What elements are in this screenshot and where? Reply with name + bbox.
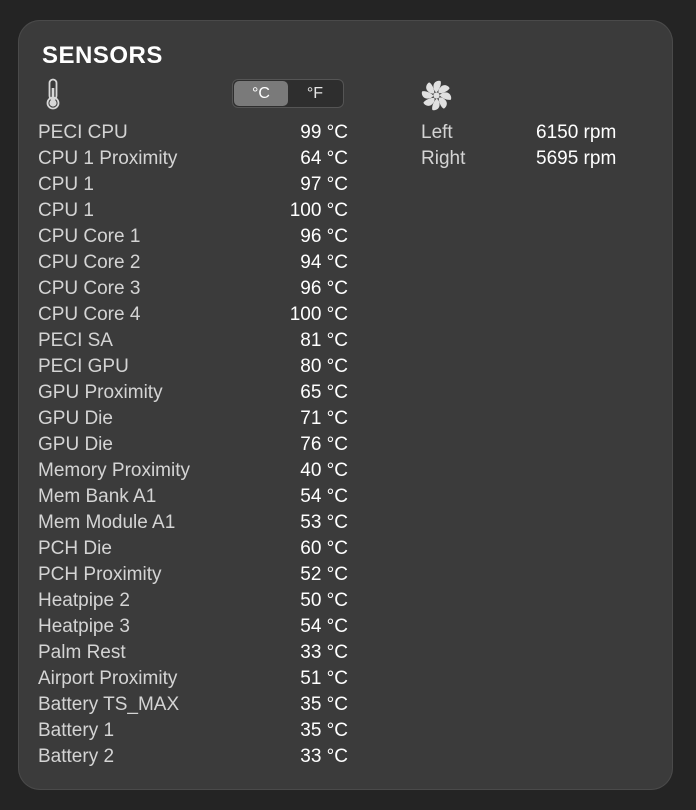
sensor-row: Mem Bank A1 54 °C	[38, 484, 348, 510]
sensor-row: Battery 1 35 °C	[38, 718, 348, 744]
sensor-row: Heatpipe 3 54 °C	[38, 614, 348, 640]
sensor-value: 71 °C	[300, 408, 348, 429]
sensor-name: PECI GPU	[38, 356, 129, 377]
sensor-value: 51 °C	[300, 668, 348, 689]
celsius-button[interactable]: °C	[234, 81, 288, 106]
sensor-value: 97 °C	[300, 174, 348, 195]
fan-speed: 5695 rpm	[536, 148, 617, 169]
sensor-value: 54 °C	[300, 486, 348, 507]
sensor-row: Mem Module A1 53 °C	[38, 510, 348, 536]
sensor-name: Battery 2	[38, 746, 115, 767]
sensor-name: Mem Module A1	[38, 512, 176, 533]
fan-row: Left 6150 rpm	[421, 120, 631, 146]
fahrenheit-button[interactable]: °F	[288, 81, 342, 106]
sensor-name: PECI CPU	[38, 122, 128, 143]
sensor-name: GPU Die	[38, 408, 113, 429]
sensor-value: 81 °C	[300, 330, 348, 351]
sensor-name: CPU 1	[38, 174, 94, 195]
sensor-row: Memory Proximity 40 °C	[38, 458, 348, 484]
sensor-name: Battery 1	[38, 720, 115, 741]
sensor-name: PCH Proximity	[38, 564, 162, 585]
sensor-row: Battery 2 33 °C	[38, 744, 348, 770]
sensor-name: Memory Proximity	[38, 460, 191, 481]
sensor-row: CPU Core 2 94 °C	[38, 250, 348, 276]
sensor-name: CPU 1	[38, 200, 94, 221]
sensor-name: PECI SA	[38, 330, 113, 351]
fan-speed: 6150 rpm	[536, 122, 617, 143]
sensor-name: CPU 1 Proximity	[38, 148, 178, 169]
sensor-name: GPU Proximity	[38, 382, 163, 403]
sensor-value: 35 °C	[300, 694, 348, 715]
sensor-name: Palm Rest	[38, 642, 126, 663]
sensor-value: 64 °C	[300, 148, 348, 169]
fan-row: Right 5695 rpm	[421, 146, 631, 172]
sensor-value: 35 °C	[300, 720, 348, 741]
sensor-row: Airport Proximity 51 °C	[38, 666, 348, 692]
sensor-value: 76 °C	[300, 434, 348, 455]
fan-name: Left	[421, 122, 453, 143]
sensor-value: 99 °C	[300, 122, 348, 143]
sensor-value: 53 °C	[300, 512, 348, 533]
sensor-row: Palm Rest 33 °C	[38, 640, 348, 666]
sensor-name: PCH Die	[38, 538, 112, 559]
fan-icon	[421, 80, 452, 111]
sensor-value: 33 °C	[300, 642, 348, 663]
sensor-name: Heatpipe 3	[38, 616, 130, 637]
sensor-row: Heatpipe 2 50 °C	[38, 588, 348, 614]
sensor-value: 65 °C	[300, 382, 348, 403]
sensor-name: Mem Bank A1	[38, 486, 157, 507]
sensor-name: CPU Core 2	[38, 252, 141, 273]
sensor-value: 33 °C	[300, 746, 348, 767]
sensor-row: GPU Proximity 65 °C	[38, 380, 348, 406]
unit-toggle: °C °F	[232, 79, 344, 108]
sensor-value: 80 °C	[300, 356, 348, 377]
panel-title: SENSORS	[42, 42, 163, 69]
sensor-value: 100 °C	[289, 200, 348, 221]
sensor-value: 52 °C	[300, 564, 348, 585]
sensor-value: 50 °C	[300, 590, 348, 611]
fan-name: Right	[421, 148, 466, 169]
sensor-name: GPU Die	[38, 434, 113, 455]
sensor-name: CPU Core 1	[38, 226, 141, 247]
sensor-row: CPU Core 1 96 °C	[38, 224, 348, 250]
sensor-row: GPU Die 71 °C	[38, 406, 348, 432]
sensor-row: CPU 1 100 °C	[38, 198, 348, 224]
fan-speed-list: Left 6150 rpm Right 5695 rpm	[421, 120, 631, 172]
sensor-name: CPU Core 3	[38, 278, 141, 299]
sensor-value: 60 °C	[300, 538, 348, 559]
sensor-value: 96 °C	[300, 278, 348, 299]
sensor-value: 40 °C	[300, 460, 348, 481]
sensor-row: CPU 1 Proximity 64 °C	[38, 146, 348, 172]
sensor-name: Airport Proximity	[38, 668, 178, 689]
sensor-row: PECI CPU 99 °C	[38, 120, 348, 146]
sensor-row: Battery TS_MAX 35 °C	[38, 692, 348, 718]
sensor-name: Heatpipe 2	[38, 590, 130, 611]
sensor-name: Battery TS_MAX	[38, 694, 180, 715]
thermometer-icon	[46, 78, 60, 110]
sensor-value: 96 °C	[300, 226, 348, 247]
sensor-row: PECI SA 81 °C	[38, 328, 348, 354]
sensor-value: 100 °C	[289, 304, 348, 325]
sensor-row: CPU 1 97 °C	[38, 172, 348, 198]
sensor-row: CPU Core 4 100 °C	[38, 302, 348, 328]
temperature-sensor-list: PECI CPU 99 °C CPU 1 Proximity 64 °C CPU 1 97…	[38, 120, 348, 770]
sensor-value: 54 °C	[300, 616, 348, 637]
sensor-row: PECI GPU 80 °C	[38, 354, 348, 380]
sensor-row: PCH Die 60 °C	[38, 536, 348, 562]
sensor-row: PCH Proximity 52 °C	[38, 562, 348, 588]
sensor-value: 94 °C	[300, 252, 348, 273]
sensor-name: CPU Core 4	[38, 304, 141, 325]
sensor-row: CPU Core 3 96 °C	[38, 276, 348, 302]
sensor-row: GPU Die 76 °C	[38, 432, 348, 458]
sensors-panel: SENSORS °C °F PECI CPU 99 °C CPU 1 Proximi…	[18, 20, 673, 790]
